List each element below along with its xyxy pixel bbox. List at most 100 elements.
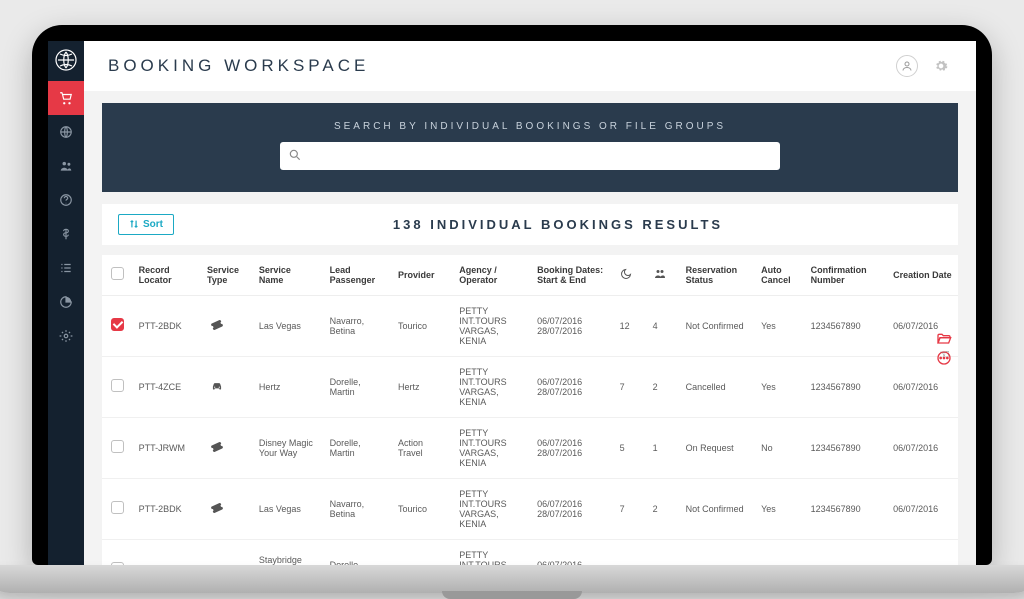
results-title: 138 INDIVIDUAL BOOKINGS RESULTS: [174, 217, 942, 232]
cell-booking-dates: 06/07/201628/07/2016: [531, 295, 614, 356]
cell-lead-passenger: Navarro, Betina: [324, 295, 392, 356]
cart-icon: [59, 91, 73, 105]
col-agency[interactable]: Agency / Operator: [453, 255, 531, 296]
cell-creation-date: 06/07/2016: [887, 539, 958, 565]
search-box: [280, 142, 780, 170]
cell-pax: 3: [647, 539, 680, 565]
cell-booking-dates: 06/07/201628/07/2016: [531, 417, 614, 478]
help-icon: [59, 193, 73, 207]
col-record-locator[interactable]: Record Locator: [133, 255, 201, 296]
topbar: BOOKING WORKSPACE: [84, 41, 976, 91]
search-icon: [288, 148, 302, 167]
cell-agency: PETTY INT.TOURS VARGAS, KENIA: [453, 478, 531, 539]
topbar-actions: [896, 55, 952, 77]
results-bar: Sort 138 INDIVIDUAL BOOKINGS RESULTS: [102, 204, 958, 245]
sidebar-item-settings[interactable]: [48, 319, 84, 353]
table-header-row: Record Locator Service Type Service Name…: [102, 255, 958, 296]
cell-auto-cancel: Yes: [755, 356, 805, 417]
cell-lead-passenger: Dorelle, Martin: [324, 539, 392, 565]
user-icon[interactable]: [896, 55, 918, 77]
sidebar-item-dollar[interactable]: [48, 217, 84, 251]
sidebar-item-globe[interactable]: [48, 115, 84, 149]
ticket-icon: [207, 440, 227, 454]
gear-icon[interactable]: [930, 55, 952, 77]
col-provider[interactable]: Provider: [392, 255, 453, 296]
pie-icon: [59, 295, 73, 309]
cell-auto-cancel: Yes: [755, 295, 805, 356]
main-content: BOOKING WORKSPACE SEARCH BY INDIVIDUAL B…: [84, 41, 976, 565]
sidebar-item-pie[interactable]: [48, 285, 84, 319]
table-row[interactable]: PTT-4ZCEHertzDorelle, MartinHertzPETTY I…: [102, 356, 958, 417]
col-service-name[interactable]: Service Name: [253, 255, 324, 296]
laptop-base: [0, 565, 1024, 593]
cell-agency: PETTY INT.TOURS VARGAS, KENIA: [453, 356, 531, 417]
cell-agency: PETTY INT.TOURS VARGAS, KENIA: [453, 539, 531, 565]
cell-booking-dates: 06/07/201628/07/2016: [531, 356, 614, 417]
cell-auto-cancel: Yes: [755, 478, 805, 539]
col-service-type[interactable]: Service Type: [201, 255, 253, 296]
sidebar-item-users[interactable]: [48, 149, 84, 183]
cell-agency: PETTY INT.TOURS VARGAS, KENIA: [453, 417, 531, 478]
cell-status: On Request: [680, 417, 755, 478]
cell-status: On Request: [680, 539, 755, 565]
cell-service-type: [201, 478, 253, 539]
col-confirmation-number[interactable]: Confirmation Number: [805, 255, 888, 296]
table-row[interactable]: PTT-8NECStaybridge Suites OrlandoDorelle…: [102, 539, 958, 565]
search-input[interactable]: [280, 142, 780, 170]
ticket-icon: [207, 318, 227, 332]
laptop-screen: BOOKING WORKSPACE SEARCH BY INDIVIDUAL B…: [48, 41, 976, 565]
col-reservation-status[interactable]: Reservation Status: [680, 255, 755, 296]
sidebar-item-list[interactable]: [48, 251, 84, 285]
results-table: Record Locator Service Type Service Name…: [102, 255, 958, 565]
cell-pax: 2: [647, 478, 680, 539]
table-row[interactable]: PTT-JRWM Disney Magic Your WayDorelle, Ma…: [102, 417, 958, 478]
globe-icon: [59, 125, 73, 139]
cell-provider: Hertz: [392, 356, 453, 417]
people-icon: [653, 268, 667, 280]
col-lead-passenger[interactable]: Lead Passenger: [324, 255, 392, 296]
cell-status: Cancelled: [680, 356, 755, 417]
row-checkbox[interactable]: [111, 440, 124, 453]
cell-booking-dates: 06/07/201628/07/2016: [531, 539, 614, 565]
select-all-checkbox[interactable]: [111, 267, 124, 280]
sidebar-item-cart[interactable]: [48, 81, 84, 115]
folder-open-icon[interactable]: [936, 331, 952, 347]
users-icon: [59, 159, 73, 173]
col-auto-cancel[interactable]: Auto Cancel: [755, 255, 805, 296]
sort-label: Sort: [143, 219, 163, 230]
sidebar: [48, 41, 84, 565]
cell-nights: 5: [614, 417, 647, 478]
cell-pax: 2: [647, 356, 680, 417]
cell-nights: 7: [614, 478, 647, 539]
row-checkbox[interactable]: [111, 501, 124, 514]
col-nights[interactable]: [614, 255, 647, 296]
app-logo[interactable]: [53, 47, 79, 73]
col-booking-dates[interactable]: Booking Dates: Start & End: [531, 255, 614, 296]
cell-provider: Hotelbeds: [392, 539, 453, 565]
cell-service-type: [201, 539, 253, 565]
search-label: SEARCH BY INDIVIDUAL BOOKINGS OR FILE GR…: [126, 121, 934, 132]
cell-provider: Tourico: [392, 295, 453, 356]
cell-auto-cancel: No: [755, 417, 805, 478]
table-row[interactable]: PTT-2BDKLas VegasNavarro, BetinaTouricoP…: [102, 478, 958, 539]
cell-service-type: [201, 417, 253, 478]
laptop-frame: BOOKING WORKSPACE SEARCH BY INDIVIDUAL B…: [32, 25, 992, 565]
cell-pax: 4: [647, 295, 680, 356]
cell-lead-passenger: Navarro, Betina: [324, 478, 392, 539]
cell-provider: Action Travel: [392, 417, 453, 478]
cell-record-locator: PTT-JRWM: [133, 417, 201, 478]
col-pax[interactable]: [647, 255, 680, 296]
cell-service-name: Disney Magic Your Way: [253, 417, 324, 478]
settings-icon: [59, 329, 73, 343]
row-checkbox[interactable]: [111, 318, 124, 331]
col-creation-date[interactable]: Creation Date: [887, 255, 958, 296]
table-row[interactable]: PTT-2BDKLas VegasNavarro, BetinaTouricoP…: [102, 295, 958, 356]
sort-button[interactable]: Sort: [118, 214, 174, 235]
row-checkbox[interactable]: [111, 379, 124, 392]
sidebar-item-help[interactable]: [48, 183, 84, 217]
dollar-icon: [59, 227, 73, 241]
cell-status: Not Confirmed: [680, 478, 755, 539]
moon-icon: [620, 268, 632, 280]
cell-nights: 7: [614, 356, 647, 417]
cell-lead-passenger: Dorelle, Martin: [324, 417, 392, 478]
